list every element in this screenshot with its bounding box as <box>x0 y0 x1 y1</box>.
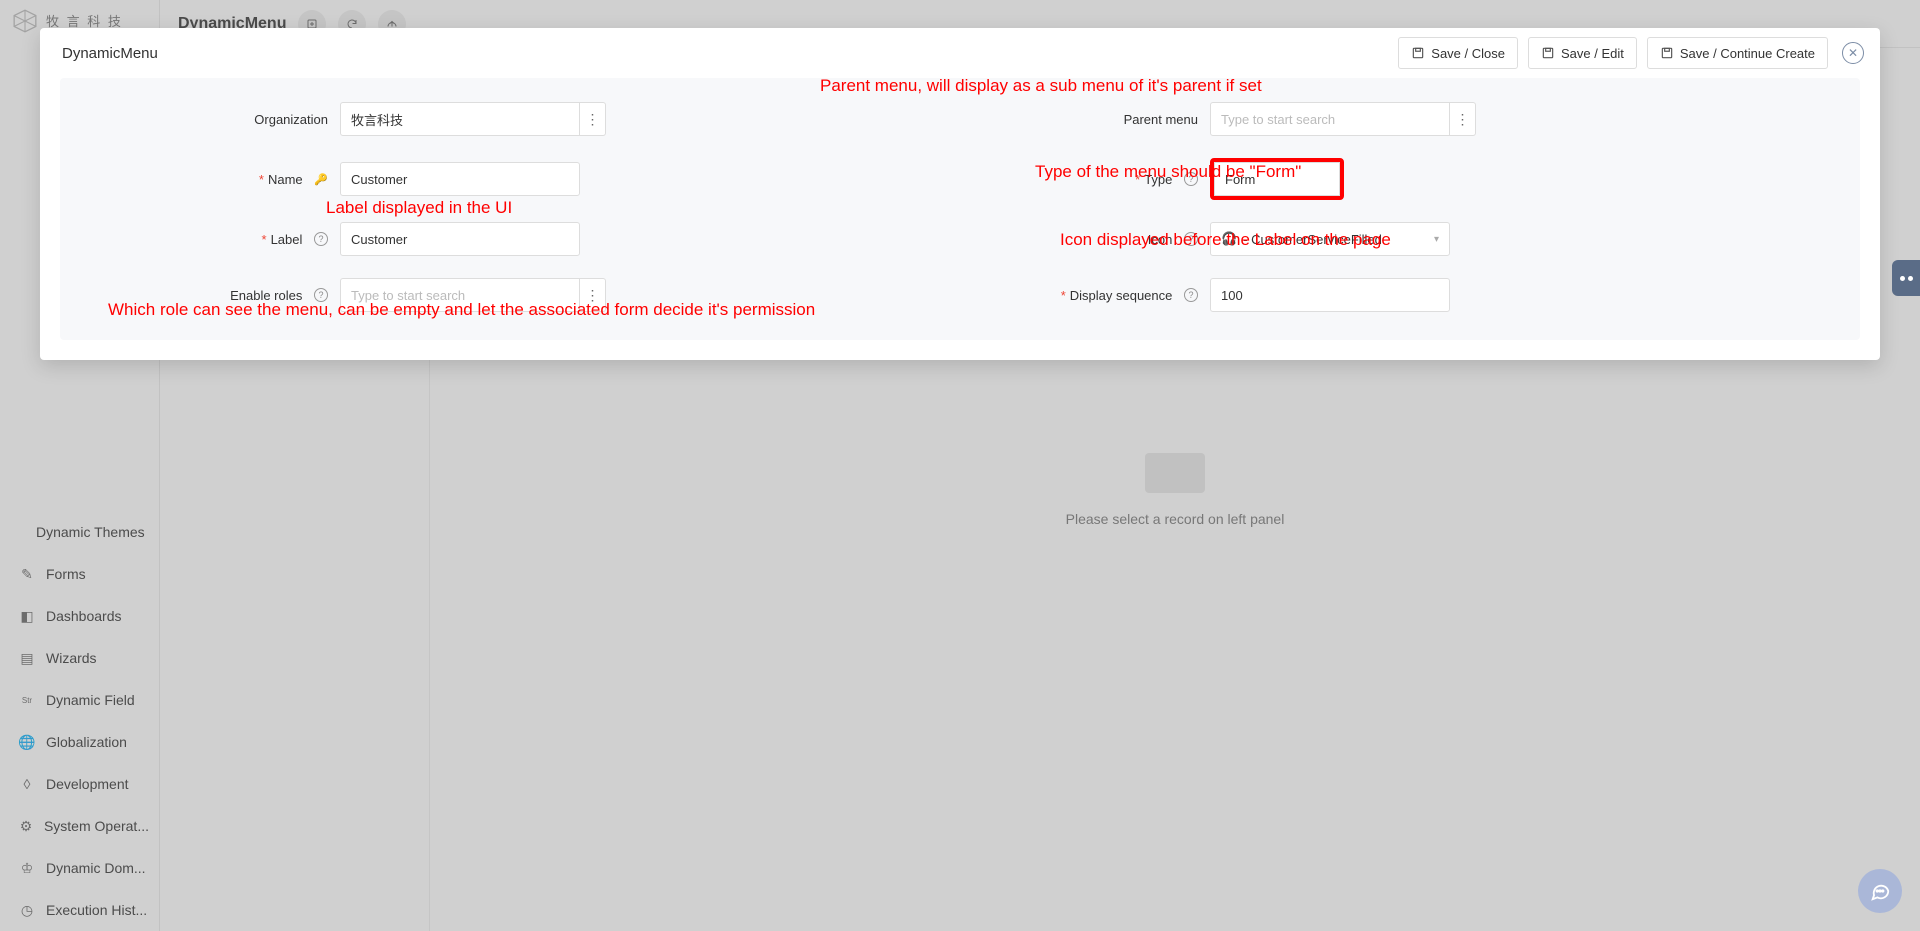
field-enable-roles: Enable roles ? <box>150 278 900 312</box>
field-label: *Label ? ✕ <box>150 222 900 256</box>
chevron-down-icon: ▾ <box>1434 234 1439 245</box>
field-organization: Organization <box>150 102 900 136</box>
chat-bubble-button[interactable] <box>1858 869 1902 913</box>
button-label: Save / Close <box>1431 46 1505 61</box>
field-label: Parent menu <box>1020 112 1210 127</box>
icon-select[interactable]: 🎧 - CustomerServiceFilled ▾ <box>1210 222 1450 256</box>
field-label: Enable roles ? <box>150 288 340 303</box>
field-type: *Type ? Form <box>1020 158 1770 200</box>
select-value: - CustomerServiceFilled <box>1243 232 1382 247</box>
type-highlight-box: Form <box>1210 158 1344 200</box>
assistant-tab-button[interactable] <box>1892 260 1920 296</box>
save-icon <box>1541 46 1555 60</box>
label-input[interactable] <box>340 222 580 256</box>
field-label: *Type ? <box>1020 172 1210 187</box>
modal-actions: Save / Close Save / Edit Save / Continue… <box>1398 37 1864 69</box>
close-button[interactable]: ✕ <box>1842 42 1864 64</box>
assistant-eyes-icon <box>1900 276 1913 281</box>
field-label: Icon ? <box>1020 232 1210 247</box>
save-edit-button[interactable]: Save / Edit <box>1528 37 1637 69</box>
field-label: Organization <box>150 112 340 127</box>
modal-dynamic-menu: DynamicMenu Save / Close Save / Edit Sav… <box>40 28 1880 360</box>
save-icon <box>1411 46 1425 60</box>
save-close-button[interactable]: Save / Close <box>1398 37 1518 69</box>
form-grid: Organization Parent menu *Name 🔑 <box>150 102 1770 312</box>
key-icon: 🔑 <box>314 173 328 186</box>
enable-roles-input[interactable] <box>340 278 580 312</box>
field-icon: Icon ? 🎧 - CustomerServiceFilled ▾ <box>1020 222 1770 256</box>
organization-input[interactable] <box>340 102 580 136</box>
type-select[interactable]: Form <box>1214 162 1340 196</box>
help-icon[interactable]: ? <box>1184 232 1198 246</box>
button-label: Save / Edit <box>1561 46 1624 61</box>
button-label: Save / Continue Create <box>1680 46 1815 61</box>
field-label: *Display sequence ? <box>1020 288 1210 303</box>
help-icon[interactable]: ? <box>314 288 328 302</box>
app-root: 牧 言 科 技 Dynamic Themes ✎Forms ◧Dashboard… <box>0 0 1920 931</box>
modal-body: Organization Parent menu *Name 🔑 <box>60 78 1860 340</box>
display-sequence-input[interactable] <box>1210 278 1450 312</box>
parent-menu-input[interactable] <box>1210 102 1450 136</box>
help-icon[interactable]: ? <box>1184 172 1198 186</box>
headphones-icon: 🎧 <box>1221 231 1237 247</box>
field-name: *Name 🔑 ✕ <box>150 158 900 200</box>
save-icon <box>1660 46 1674 60</box>
help-icon[interactable]: ? <box>1184 288 1198 302</box>
field-label: *Name 🔑 <box>150 172 340 187</box>
field-parent-menu: Parent menu <box>1020 102 1770 136</box>
save-continue-button[interactable]: Save / Continue Create <box>1647 37 1828 69</box>
modal-title: DynamicMenu <box>62 45 158 62</box>
annotation-parent: Parent menu, will display as a sub menu … <box>820 76 1262 96</box>
modal-header: DynamicMenu Save / Close Save / Edit Sav… <box>40 28 1880 78</box>
select-value: Form <box>1225 172 1255 187</box>
field-display-sequence: *Display sequence ? <box>1020 278 1770 312</box>
help-icon[interactable]: ? <box>314 232 328 246</box>
name-input[interactable] <box>340 162 580 196</box>
organization-more-button[interactable] <box>580 102 606 136</box>
parent-menu-more-button[interactable] <box>1450 102 1476 136</box>
field-label-text: *Label ? <box>150 232 340 247</box>
enable-roles-more-button[interactable] <box>580 278 606 312</box>
chat-icon <box>1869 880 1891 902</box>
